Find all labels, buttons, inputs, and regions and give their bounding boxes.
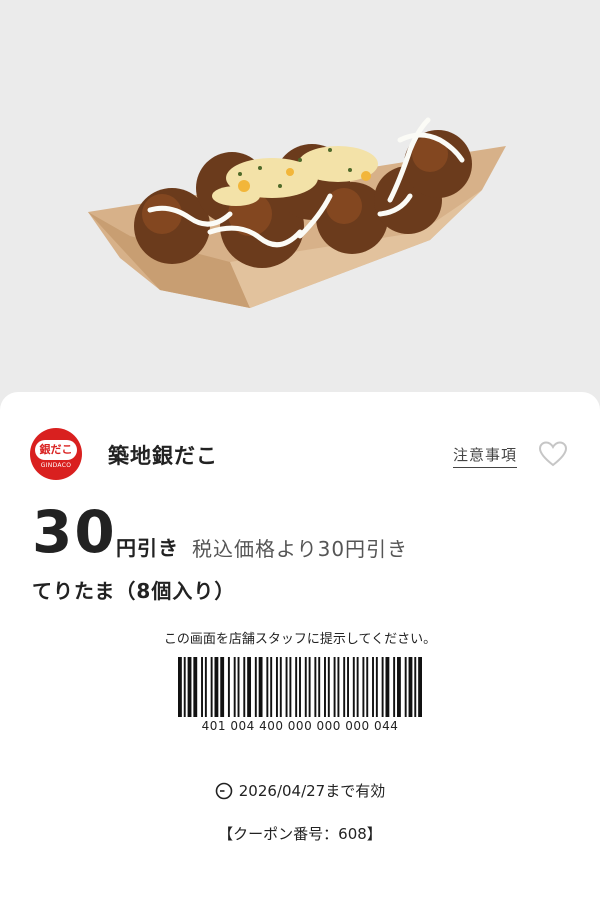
barcode-number: 401 004 400 000 000 000 044	[201, 719, 399, 733]
logo-text: 銀だこ	[35, 439, 77, 460]
product-image	[0, 0, 600, 400]
barcode-instruction: この画面を店舗スタッフに提示してください。	[163, 632, 437, 647]
coupon-number: 【クーポン番号：608】	[218, 825, 382, 843]
validity-row: 2026/04/27まで有効	[0, 780, 600, 801]
clock-icon	[215, 782, 233, 799]
store-name: 築地銀だこ	[108, 444, 218, 468]
takoyaki-photo	[88, 117, 506, 308]
discount-amount: 30	[32, 498, 117, 566]
product-name: てりたま（8個入り）	[32, 579, 236, 603]
notes-link[interactable]: 注意事項	[453, 444, 518, 468]
store-logo: 銀だこ GINDACO	[30, 428, 82, 480]
validity-text: 2026/04/27まで有効	[238, 782, 386, 800]
discount-description: 税込価格より30円引き	[192, 537, 409, 561]
discount-unit: 円引き	[116, 536, 179, 560]
logo-subtext: GINDACO	[40, 461, 72, 469]
heart-outline-icon[interactable]	[538, 440, 568, 468]
barcode	[178, 657, 422, 717]
